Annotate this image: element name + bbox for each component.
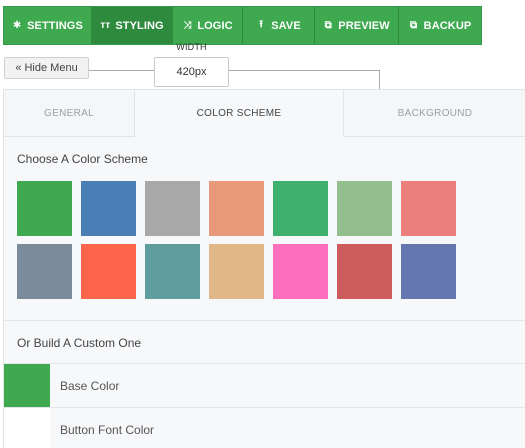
tab-general[interactable]: GENERAL	[4, 90, 135, 137]
save-button[interactable]: ⭱ SAVE	[243, 7, 315, 44]
backup-label: BACKUP	[423, 19, 472, 32]
custom-scheme-heading: Or Build A Custom One	[17, 336, 142, 350]
color-swatch[interactable]	[337, 181, 392, 236]
logic-label: LOGIC	[197, 19, 233, 32]
base-color-swatch[interactable]	[4, 364, 50, 407]
color-swatch[interactable]	[145, 244, 200, 299]
tab-color-scheme[interactable]: COLOR SCHEME	[135, 90, 344, 137]
shuffle-icon: ⤨	[183, 20, 192, 31]
base-color-row[interactable]: Base Color	[4, 364, 525, 407]
settings-button[interactable]: ✱ SETTINGS	[4, 7, 92, 44]
color-swatch[interactable]	[273, 244, 328, 299]
width-input[interactable]: 420px	[154, 57, 229, 87]
color-swatch[interactable]	[337, 244, 392, 299]
color-swatch[interactable]	[209, 181, 264, 236]
color-swatch[interactable]	[17, 181, 72, 236]
toolbar: ✱ SETTINGS ᴛт STYLING ⤨ LOGIC ⭱ SAVE ⧉ P…	[3, 6, 482, 45]
settings-label: SETTINGS	[27, 19, 83, 32]
save-label: SAVE	[271, 19, 301, 32]
upload-icon: ⭱	[259, 19, 264, 30]
base-color-label: Base Color	[60, 378, 120, 393]
color-swatch[interactable]	[401, 244, 456, 299]
width-guide-line	[89, 70, 154, 71]
text-style-icon: ᴛт	[100, 20, 111, 31]
color-swatch[interactable]	[209, 244, 264, 299]
tab-background[interactable]: BACKGROUND	[344, 90, 525, 137]
width-guide-line	[379, 70, 380, 90]
preview-label: PREVIEW	[338, 19, 390, 32]
button-font-color-label: Button Font Color	[60, 422, 155, 437]
tab-bar: GENERAL COLOR SCHEME BACKGROUND	[4, 90, 525, 137]
color-swatch[interactable]	[273, 181, 328, 236]
button-font-color-swatch[interactable]	[4, 408, 50, 448]
preview-button[interactable]: ⧉ PREVIEW	[315, 7, 399, 44]
color-swatch[interactable]	[145, 181, 200, 236]
styling-label: STYLING	[115, 19, 164, 32]
backup-button[interactable]: ⧉ BACKUP	[399, 7, 481, 44]
logic-button[interactable]: ⤨ LOGIC	[173, 7, 243, 44]
color-scheme-heading: Choose A Color Scheme	[17, 152, 148, 166]
width-guide-line	[229, 70, 380, 71]
color-swatch[interactable]	[401, 181, 456, 236]
external-link-icon: ⧉	[410, 20, 418, 31]
styling-button[interactable]: ᴛт STYLING	[92, 7, 173, 44]
divider	[4, 320, 525, 321]
external-link-icon: ⧉	[324, 20, 332, 31]
color-swatch[interactable]	[81, 181, 136, 236]
button-font-color-row[interactable]: Button Font Color	[4, 408, 525, 448]
hide-menu-button[interactable]: « Hide Menu	[4, 57, 89, 79]
color-swatch[interactable]	[81, 244, 136, 299]
width-label: WIDTH	[176, 42, 207, 52]
styling-panel: GENERAL COLOR SCHEME BACKGROUND Choose A…	[3, 89, 525, 448]
color-swatch[interactable]	[17, 244, 72, 299]
gear-icon: ✱	[12, 20, 22, 31]
